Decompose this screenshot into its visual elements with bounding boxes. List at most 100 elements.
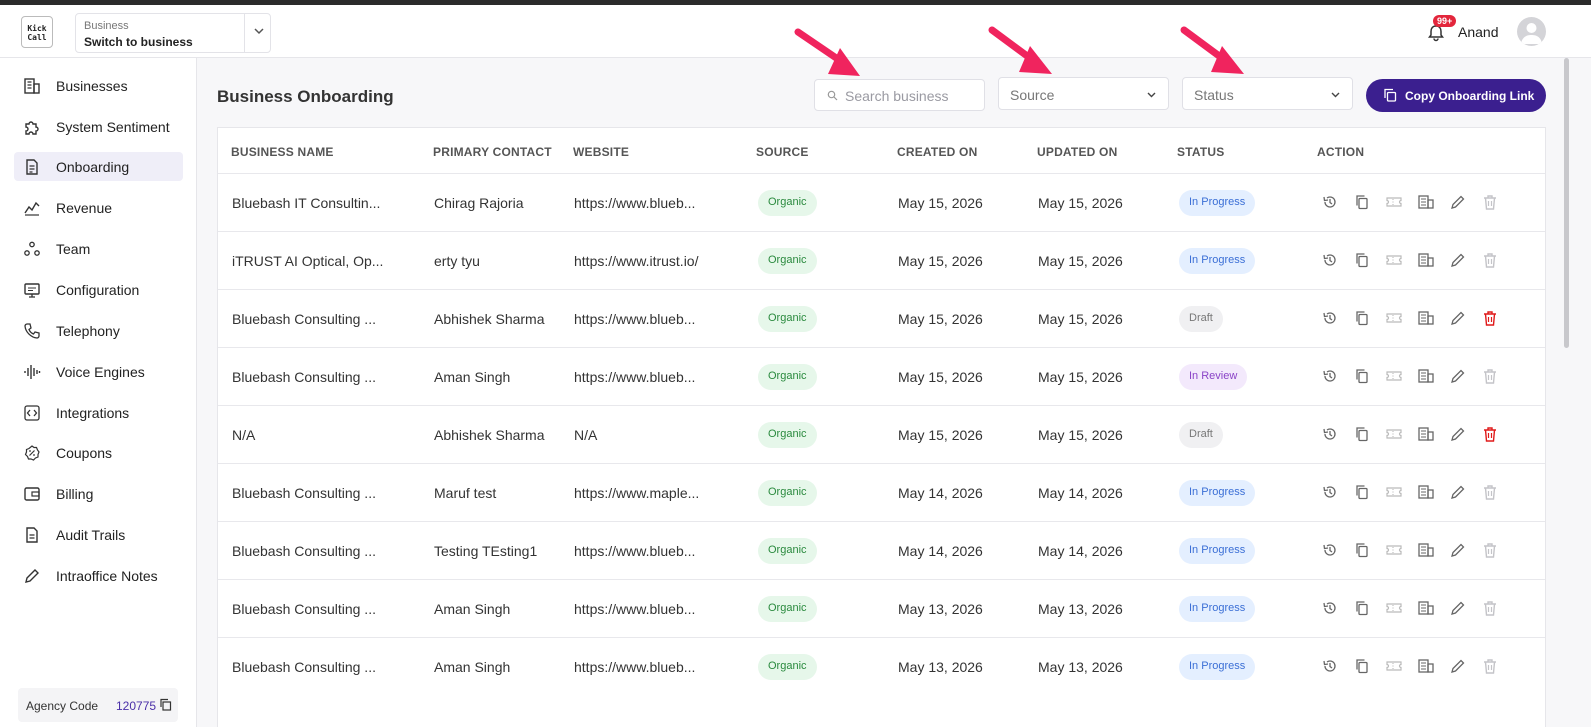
edit-icon[interactable] — [1449, 193, 1467, 211]
business-name-cell[interactable]: Bluebash Consulting ... — [232, 601, 376, 617]
status-badge: In Progress — [1179, 480, 1256, 506]
table-row[interactable]: Bluebash Consulting ... Aman Singh https:/… — [218, 637, 1545, 695]
ticket-icon — [1385, 483, 1403, 501]
table-row[interactable]: iTRUST AI Optical, Op... erty tyu https://… — [218, 231, 1545, 289]
table-row[interactable]: Bluebash Consulting ... Abhishek Sharma ht… — [218, 289, 1545, 347]
sidebar-item-integrations[interactable]: Integrations — [14, 398, 183, 427]
column-header-updated-on[interactable]: UPDATED ON — [1037, 145, 1117, 159]
sidebar-item-telephony[interactable]: Telephony — [14, 316, 183, 345]
sidebar-item-configuration[interactable]: Configuration — [14, 275, 183, 304]
history-icon[interactable] — [1321, 599, 1339, 617]
avatar[interactable] — [1517, 17, 1546, 46]
column-header-business-name[interactable]: BUSINESS NAME — [231, 145, 334, 159]
building-icon[interactable] — [1417, 193, 1435, 211]
website-cell[interactable]: https://www.blueb... — [574, 369, 695, 385]
column-header-status[interactable]: STATUS — [1177, 145, 1224, 159]
page-scrollbar[interactable] — [1564, 58, 1569, 348]
sidebar-item-revenue[interactable]: Revenue — [14, 193, 183, 222]
building-icon[interactable] — [1417, 599, 1435, 617]
updated-on-cell: May 15, 2026 — [1038, 195, 1123, 211]
edit-icon[interactable] — [1449, 251, 1467, 269]
created-on-cell: May 13, 2026 — [898, 659, 983, 675]
copy-onboarding-link-button[interactable]: Copy Onboarding Link — [1366, 79, 1546, 112]
edit-icon[interactable] — [1449, 425, 1467, 443]
history-icon[interactable] — [1321, 541, 1339, 559]
website-cell[interactable]: N/A — [574, 427, 597, 443]
table-row[interactable]: Bluebash Consulting ... Maruf test https:/… — [218, 463, 1545, 521]
history-icon[interactable] — [1321, 193, 1339, 211]
history-icon[interactable] — [1321, 367, 1339, 385]
sidebar-item-label: Revenue — [56, 200, 113, 216]
business-name-cell[interactable]: iTRUST AI Optical, Op... — [232, 253, 383, 269]
copy-icon[interactable] — [1353, 657, 1371, 675]
sidebar-item-audit-trails[interactable]: Audit Trails — [14, 520, 183, 549]
table-row[interactable]: Bluebash Consulting ... Aman Singh https:/… — [218, 347, 1545, 405]
edit-icon[interactable] — [1449, 483, 1467, 501]
copy-icon[interactable] — [1353, 309, 1371, 327]
building-icon[interactable] — [1417, 309, 1435, 327]
table-row[interactable]: Bluebash Consulting ... Testing TEsting1 h… — [218, 521, 1545, 579]
column-header-source[interactable]: SOURCE — [756, 145, 809, 159]
business-switcher[interactable]: Business Switch to business — [75, 13, 271, 53]
website-cell[interactable]: https://www.blueb... — [574, 659, 695, 675]
business-name-cell[interactable]: Bluebash Consulting ... — [232, 485, 376, 501]
website-cell[interactable]: https://www.blueb... — [574, 311, 695, 327]
sidebar-item-businesses[interactable]: Businesses — [14, 71, 183, 100]
history-icon[interactable] — [1321, 483, 1339, 501]
business-name-cell[interactable]: Bluebash Consulting ... — [232, 311, 376, 327]
building-icon[interactable] — [1417, 251, 1435, 269]
history-icon[interactable] — [1321, 251, 1339, 269]
history-icon[interactable] — [1321, 657, 1339, 675]
edit-icon[interactable] — [1449, 657, 1467, 675]
edit-icon[interactable] — [1449, 309, 1467, 327]
table-row[interactable]: Bluebash Consulting ... Aman Singh https:/… — [218, 579, 1545, 637]
business-name-cell[interactable]: Bluebash Consulting ... — [232, 659, 376, 675]
table-row[interactable]: Bluebash IT Consultin... Chirag Rajoria ht… — [218, 173, 1545, 231]
sidebar-item-billing[interactable]: Billing — [14, 479, 183, 508]
trash-icon[interactable] — [1481, 309, 1499, 327]
sidebar-item-coupons[interactable]: Coupons — [14, 438, 183, 467]
created-on-cell: May 13, 2026 — [898, 601, 983, 617]
edit-icon[interactable] — [1449, 599, 1467, 617]
column-header-website[interactable]: WEBSITE — [573, 145, 629, 159]
kickcall-logo[interactable]: Kick Call — [21, 16, 53, 48]
copy-icon[interactable] — [1353, 425, 1371, 443]
edit-icon[interactable] — [1449, 367, 1467, 385]
sidebar-item-team[interactable]: Team — [14, 234, 183, 263]
copy-icon[interactable] — [1353, 193, 1371, 211]
copy-icon[interactable] — [1353, 599, 1371, 617]
website-cell[interactable]: https://www.blueb... — [574, 543, 695, 559]
building-icon[interactable] — [1417, 541, 1435, 559]
website-cell[interactable]: https://www.blueb... — [574, 601, 695, 617]
business-name-cell[interactable]: Bluebash Consulting ... — [232, 369, 376, 385]
copy-icon[interactable] — [159, 698, 172, 711]
business-name-cell[interactable]: N/A — [232, 427, 255, 443]
building-icon[interactable] — [1417, 367, 1435, 385]
copy-icon[interactable] — [1353, 251, 1371, 269]
copy-icon[interactable] — [1353, 483, 1371, 501]
history-icon[interactable] — [1321, 309, 1339, 327]
copy-icon[interactable] — [1353, 541, 1371, 559]
sidebar-item-voice-engines[interactable]: Voice Engines — [14, 357, 183, 386]
trash-icon[interactable] — [1481, 425, 1499, 443]
website-cell[interactable]: https://www.itrust.io/ — [574, 253, 698, 269]
website-cell[interactable]: https://www.blueb... — [574, 195, 695, 211]
updated-on-cell: May 15, 2026 — [1038, 253, 1123, 269]
copy-icon[interactable] — [1353, 367, 1371, 385]
business-name-cell[interactable]: Bluebash IT Consultin... — [232, 195, 380, 211]
website-cell[interactable]: https://www.maple... — [574, 485, 699, 501]
column-header-primary-contact[interactable]: PRIMARY CONTACT — [433, 145, 552, 159]
edit-icon[interactable] — [1449, 541, 1467, 559]
user-name[interactable]: Anand — [1458, 24, 1498, 40]
column-header-created-on[interactable]: CREATED ON — [897, 145, 977, 159]
building-icon[interactable] — [1417, 483, 1435, 501]
building-icon[interactable] — [1417, 657, 1435, 675]
history-icon[interactable] — [1321, 425, 1339, 443]
building-icon[interactable] — [1417, 425, 1435, 443]
sidebar-item-intraoffice-notes[interactable]: Intraoffice Notes — [14, 561, 183, 590]
sidebar-item-onboarding[interactable]: Onboarding — [14, 152, 183, 181]
business-name-cell[interactable]: Bluebash Consulting ... — [232, 543, 376, 559]
table-row[interactable]: N/A Abhishek Sharma N/A Organic May 15, 2026… — [218, 405, 1545, 463]
chevron-down-icon[interactable] — [252, 24, 266, 38]
sidebar-item-system-sentiment[interactable]: System Sentiment — [14, 112, 183, 141]
